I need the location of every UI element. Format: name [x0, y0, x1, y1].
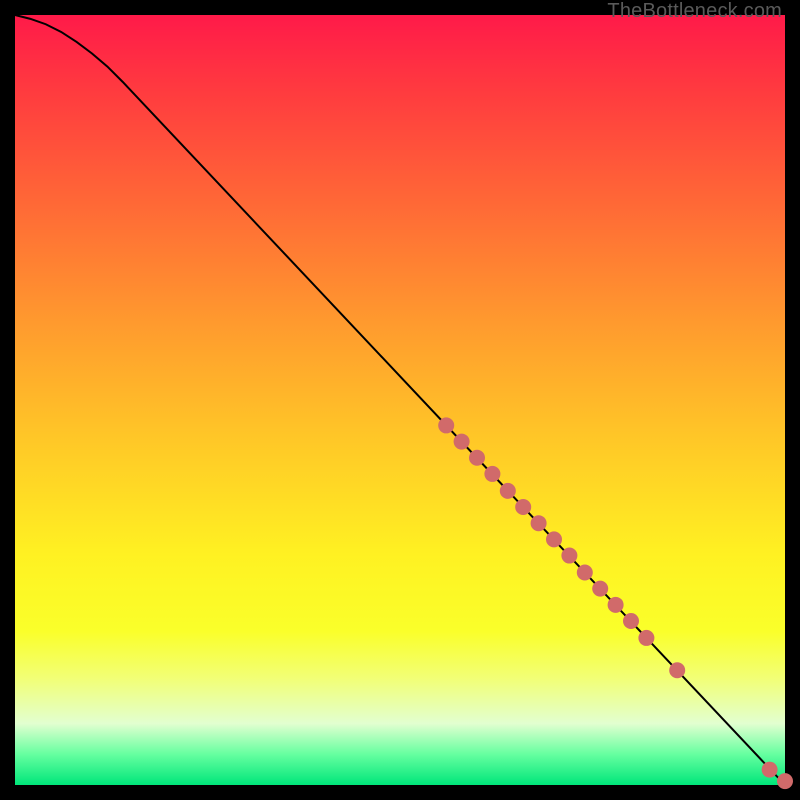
data-point: [777, 773, 793, 789]
data-point: [592, 581, 608, 597]
data-point: [515, 499, 531, 515]
data-point: [762, 762, 778, 778]
data-point: [577, 564, 593, 580]
chart-svg: [15, 15, 785, 785]
data-point: [438, 417, 454, 433]
data-point: [669, 662, 685, 678]
data-point: [546, 531, 562, 547]
data-point: [500, 483, 516, 499]
data-point: [608, 597, 624, 613]
data-point: [561, 548, 577, 564]
data-point: [469, 450, 485, 466]
chart-stage: TheBottleneck.com: [0, 0, 800, 800]
plot-area: [15, 15, 785, 785]
data-point: [454, 434, 470, 450]
data-point: [623, 613, 639, 629]
scatter-points: [438, 417, 793, 789]
attribution-label: TheBottleneck.com: [607, 0, 782, 23]
data-point: [484, 466, 500, 482]
data-point: [638, 630, 654, 646]
data-point: [531, 515, 547, 531]
